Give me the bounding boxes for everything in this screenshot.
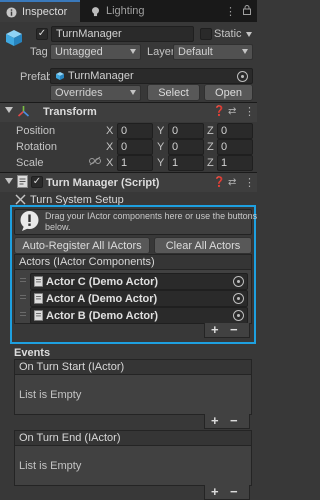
scale-label: Scale <box>16 157 44 169</box>
tab-label: Inspector <box>22 6 68 18</box>
info-speech-icon <box>20 211 39 231</box>
info-icon <box>6 6 17 18</box>
scale-z-input[interactable]: 1 <box>217 155 253 171</box>
chevron-down-icon <box>130 49 136 54</box>
static-dropdown-icon[interactable] <box>246 32 252 37</box>
script-title: Turn Manager (Script) <box>46 177 160 189</box>
remove-item-button[interactable]: − <box>230 484 238 499</box>
help-icon[interactable]: ❓ <box>213 106 225 117</box>
event-title: On Turn Start (IActor) <box>19 361 125 373</box>
actor-name: Actor B (Demo Actor) <box>46 309 159 322</box>
list-item[interactable]: Actor A (Demo Actor) <box>30 290 248 307</box>
object-picker-icon[interactable] <box>233 310 244 321</box>
empty-list-text: List is Empty <box>19 389 82 401</box>
rotation-z-input[interactable]: 0 <box>217 139 253 155</box>
drag-handle-icon[interactable] <box>20 312 26 318</box>
static-checkbox[interactable] <box>200 28 212 40</box>
lightbulb-icon <box>92 6 99 16</box>
axis-y-label: Y <box>157 125 165 137</box>
lock-icon[interactable] <box>243 5 251 15</box>
position-y-input[interactable]: 0 <box>168 123 204 139</box>
axis-x-label: X <box>106 125 114 137</box>
tools-icon <box>15 194 26 205</box>
prefab-label: Prefab <box>20 71 53 83</box>
tab-lighting[interactable]: Lighting <box>84 0 164 22</box>
script-icon <box>17 175 28 188</box>
static-label: Static <box>214 28 242 40</box>
select-button[interactable]: Select <box>147 84 200 101</box>
object-picker-icon[interactable] <box>233 293 244 304</box>
script-icon <box>34 276 43 287</box>
help-text-line2: below. <box>45 222 71 232</box>
position-x-input[interactable]: 0 <box>117 123 153 139</box>
help-text-line1: Drag your IActor components here or use … <box>45 211 258 221</box>
events-title: Events <box>14 347 51 359</box>
more-options-icon[interactable]: ⋮ <box>225 5 237 18</box>
tab-inspector[interactable]: Inspector <box>0 0 80 22</box>
link-icon[interactable] <box>89 156 101 166</box>
object-picker-icon[interactable] <box>237 71 248 82</box>
overrides-label: Overrides <box>55 87 103 99</box>
layer-value: Default <box>178 46 213 58</box>
tab-label: Lighting <box>106 5 145 17</box>
auto-register-button[interactable]: Auto-Register All IActors <box>14 237 150 254</box>
event-title: On Turn End (IActor) <box>19 432 121 444</box>
position-z-input[interactable]: 0 <box>217 123 253 139</box>
foldout-arrow-icon[interactable] <box>5 107 13 113</box>
add-item-button[interactable]: + <box>211 413 219 428</box>
axis-y-label: Y <box>157 141 165 153</box>
chevron-down-icon <box>130 90 136 95</box>
active-checkbox[interactable]: ✓ <box>36 28 48 40</box>
cube-icon <box>6 30 22 46</box>
actor-name: Actor C (Demo Actor) <box>46 275 159 288</box>
axis-y-label: Y <box>157 157 165 169</box>
help-icon[interactable]: ❓ <box>213 177 225 188</box>
prefab-value: TurnManager <box>68 70 134 82</box>
actors-list-title: Actors (IActor Components) <box>19 256 155 268</box>
prefab-field[interactable]: TurnManager <box>50 68 253 84</box>
add-item-button[interactable]: + <box>211 484 219 499</box>
object-picker-icon[interactable] <box>233 276 244 287</box>
open-button[interactable]: Open <box>204 84 253 101</box>
actor-name: Actor A (Demo Actor) <box>46 292 158 305</box>
axis-z-label: Z <box>207 125 214 137</box>
position-label: Position <box>16 125 56 137</box>
drag-handle-icon[interactable] <box>20 278 26 284</box>
axis-x-label: X <box>106 157 114 169</box>
transform-title: Transform <box>43 106 97 118</box>
tag-dropdown[interactable]: Untagged <box>50 44 141 60</box>
chevron-down-icon <box>242 49 248 54</box>
axis-z-label: Z <box>207 157 214 169</box>
layer-label: Layer <box>147 46 175 58</box>
object-name-input[interactable]: TurnManager <box>51 26 194 42</box>
rotation-y-input[interactable]: 0 <box>168 139 204 155</box>
script-enabled-checkbox[interactable]: ✓ <box>31 176 43 188</box>
drag-handle-icon[interactable] <box>20 295 26 301</box>
rotation-label: Rotation <box>16 141 57 153</box>
transform-icon <box>17 106 30 117</box>
add-item-button[interactable]: + <box>211 322 219 337</box>
script-icon <box>34 310 43 321</box>
axis-z-label: Z <box>207 141 214 153</box>
presets-icon[interactable]: ⇄ <box>228 106 236 117</box>
layer-dropdown[interactable]: Default <box>173 44 253 60</box>
list-item[interactable]: Actor C (Demo Actor) <box>30 273 248 290</box>
tag-label: Tag <box>30 46 48 58</box>
overrides-dropdown[interactable]: Overrides <box>50 85 141 101</box>
remove-item-button[interactable]: − <box>230 322 238 337</box>
more-options-icon[interactable]: ⋮ <box>244 176 255 189</box>
axis-x-label: X <box>106 141 114 153</box>
remove-item-button[interactable]: − <box>230 413 238 428</box>
script-icon <box>34 293 43 304</box>
rotation-x-input[interactable]: 0 <box>117 139 153 155</box>
empty-list-text: List is Empty <box>19 460 82 472</box>
tag-value: Untagged <box>55 46 103 58</box>
scale-x-input[interactable]: 1 <box>117 155 153 171</box>
prefab-icon <box>56 72 64 80</box>
foldout-arrow-icon[interactable] <box>5 178 13 184</box>
clear-all-actors-button[interactable]: Clear All Actors <box>154 237 252 254</box>
more-options-icon[interactable]: ⋮ <box>244 105 255 118</box>
scale-y-input[interactable]: 1 <box>168 155 204 171</box>
presets-icon[interactable]: ⇄ <box>228 177 236 188</box>
